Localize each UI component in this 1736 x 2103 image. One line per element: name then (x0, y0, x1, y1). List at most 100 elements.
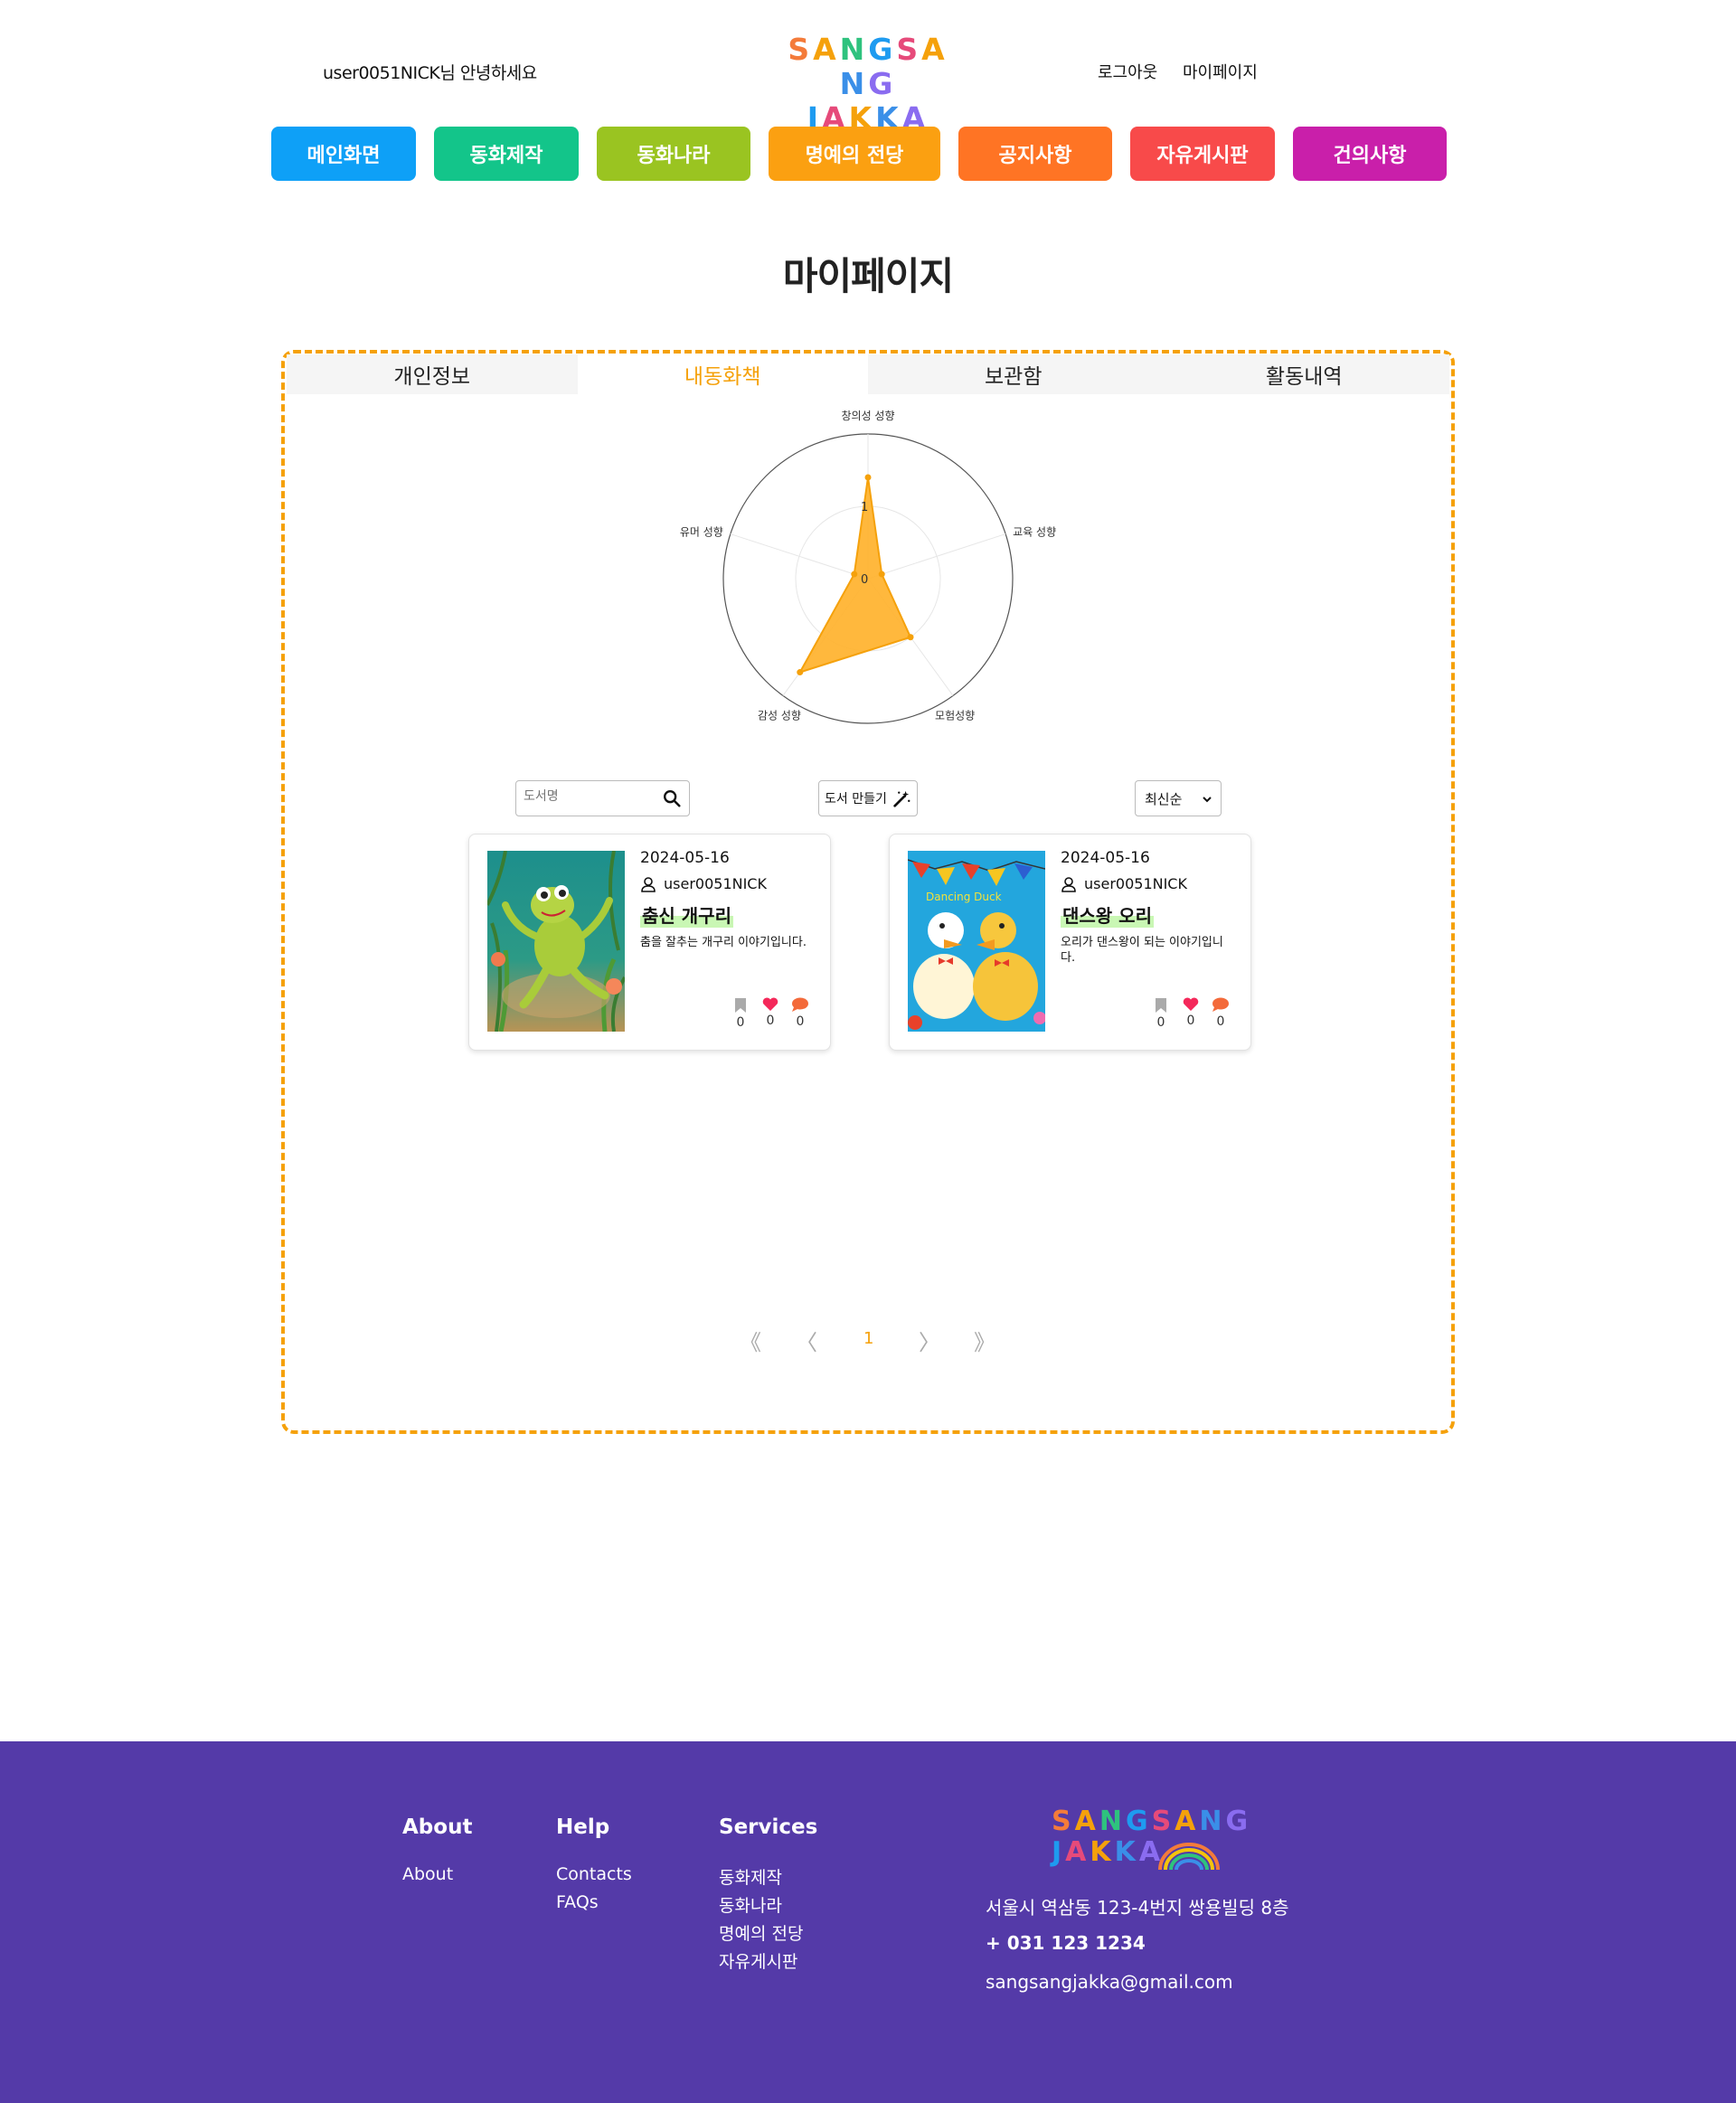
pagination-next[interactable]: 〉 (919, 1325, 940, 1356)
pagination-first[interactable]: 《 (740, 1325, 761, 1356)
logo-letter: A (813, 32, 840, 67)
tab-personal-info[interactable]: 개인정보 (287, 354, 578, 394)
like-stat[interactable]: 0 (1182, 997, 1200, 1030)
book-date: 2024-05-16 (1061, 849, 1150, 867)
logo-letter: S (1052, 1806, 1075, 1837)
comment-count: 0 (796, 1014, 805, 1029)
nav-notice-label: 공지사항 (998, 145, 1072, 167)
book-description: 춤을 잘추는 개구리 이야기입니다. (640, 936, 807, 949)
radar-tick-label: 1 (861, 501, 868, 514)
logout-link[interactable]: 로그아웃 (1098, 63, 1157, 82)
mypage-link[interactable]: 마이페이지 (1183, 63, 1258, 82)
footer-link-hall-of-fame[interactable]: 명예의 전당 (719, 1920, 803, 1945)
user-icon (641, 876, 656, 892)
search-icon[interactable] (662, 788, 682, 808)
radar-axis-label: 감성 성향 (758, 709, 801, 721)
tab-storage[interactable]: 보관함 (868, 354, 1159, 394)
bookmark-stat[interactable]: 0 (1152, 997, 1170, 1030)
logo-letter: N (839, 32, 869, 67)
tendency-radar-chart: 0 1 창의성 성향교육 성향모험성향 감성 성향 유머 성향 (680, 410, 1056, 724)
logo-letter: A (921, 32, 948, 67)
nav-suggestion-label: 건의사항 (1333, 145, 1407, 167)
logo-letter: A (1065, 1836, 1090, 1868)
radar-data-point (797, 669, 804, 676)
logo-letter: G (868, 66, 897, 101)
make-book-button[interactable]: 도서 만들기 (818, 780, 918, 816)
search-input[interactable] (524, 789, 659, 804)
footer-link-create[interactable]: 동화제작 (719, 1864, 782, 1889)
footer-link-faqs[interactable]: FAQs (556, 1892, 599, 1912)
footer-link-about[interactable]: About (402, 1864, 453, 1884)
footer-email[interactable]: sangsangjakka@gmail.com (986, 1971, 1233, 1993)
radar-data-point (878, 571, 885, 578)
book-date: 2024-05-16 (640, 849, 730, 867)
book-cover-image: Dancing Duck (908, 851, 1045, 1032)
nav-hall-of-fame-label: 명예의 전당 (805, 145, 904, 167)
nav-notice[interactable]: 공지사항 (958, 127, 1112, 181)
logo-letter: S (896, 32, 922, 67)
logo-letter: G (868, 32, 897, 67)
tab-my-books[interactable]: 내동화책 (577, 354, 868, 394)
bookmark-stat[interactable]: 0 (731, 997, 750, 1030)
footer-help-title: Help (556, 1815, 610, 1839)
book-card[interactable]: Dancing Duck 2024-05-16 user0051NICK 댄스왕… (889, 834, 1251, 1051)
rainbow-icon (1158, 1843, 1220, 1871)
nav-create-label: 동화제작 (469, 145, 543, 167)
sort-select[interactable]: 최신순 (1135, 780, 1222, 816)
nav-free-board[interactable]: 자유게시판 (1130, 127, 1275, 181)
like-count: 0 (766, 1014, 775, 1028)
footer-link-contacts[interactable]: Contacts (556, 1864, 632, 1884)
book-description: 오리가 댄스왕이 되는 이야기입니다. (1061, 936, 1223, 965)
book-search-box[interactable] (515, 780, 690, 816)
tab-activity[interactable]: 활동내역 (1158, 354, 1449, 394)
nav-hall-of-fame[interactable]: 명예의 전당 (769, 127, 940, 181)
nav-suggestion[interactable]: 건의사항 (1293, 127, 1447, 181)
magic-wand-icon (893, 790, 910, 807)
user-icon (1061, 876, 1076, 892)
bookmark-count: 0 (1156, 1015, 1165, 1030)
pagination-last[interactable]: 》 (974, 1325, 995, 1356)
radar-axis-label: 창의성 성향 (841, 410, 894, 422)
nav-storyland-label: 동화나라 (637, 145, 711, 167)
footer-link-storyland[interactable]: 동화나라 (719, 1892, 782, 1917)
nav-main-label: 메인화면 (307, 145, 381, 167)
footer-link-free-board[interactable]: 자유게시판 (719, 1948, 797, 1973)
make-book-label: 도서 만들기 (825, 792, 887, 806)
nav-create[interactable]: 동화제작 (434, 127, 579, 181)
comment-stat[interactable]: 0 (1212, 997, 1230, 1030)
comment-stat[interactable]: 0 (791, 997, 809, 1030)
pagination-page-1[interactable]: 1 (863, 1329, 873, 1348)
logo-letter: N (1099, 1806, 1126, 1837)
logo-letter: S (1151, 1806, 1175, 1837)
bookmark-icon (735, 998, 746, 1013)
footer-phone: + 031 123 1234 (986, 1932, 1146, 1954)
sort-selected-value: 최신순 (1145, 790, 1183, 807)
logo-letter: G (1125, 1806, 1152, 1837)
radar-data-point (864, 474, 872, 481)
book-title[interactable]: 춤신 개구리 (640, 901, 733, 928)
logo-letter: N (839, 66, 869, 101)
mypage-tabs: 개인정보 내동화책 보관함 활동내역 (287, 354, 1449, 394)
pagination-prev[interactable]: 〈 (796, 1325, 817, 1356)
site-footer: About About Help Contacts FAQs Services … (0, 1741, 1736, 2103)
site-logo[interactable]: SANGSANG JAKKA (782, 33, 954, 136)
book-cover-image (487, 851, 625, 1032)
like-stat[interactable]: 0 (761, 997, 779, 1030)
book-author: user0051NICK (1061, 875, 1187, 892)
like-count: 0 (1186, 1014, 1195, 1028)
chevron-down-icon (1203, 797, 1212, 803)
radar-axis-line (867, 533, 1006, 580)
nav-main[interactable]: 메인화면 (271, 127, 416, 181)
book-title[interactable]: 댄스왕 오리 (1061, 901, 1154, 928)
radar-axis-label: 교육 성향 (1013, 526, 1056, 539)
bookmark-count: 0 (736, 1015, 745, 1030)
radar-data-point (851, 571, 858, 578)
nav-free-board-label: 자유게시판 (1156, 145, 1249, 167)
book-author: user0051NICK (640, 875, 767, 892)
comment-icon (1212, 997, 1229, 1012)
logo-letter: G (1225, 1806, 1252, 1837)
book-card[interactable]: 2024-05-16 user0051NICK 춤신 개구리 춤을 잘추는 개구… (468, 834, 831, 1051)
heart-icon (1183, 997, 1199, 1011)
nav-storyland[interactable]: 동화나라 (597, 127, 750, 181)
logo-letter: S (788, 32, 814, 67)
